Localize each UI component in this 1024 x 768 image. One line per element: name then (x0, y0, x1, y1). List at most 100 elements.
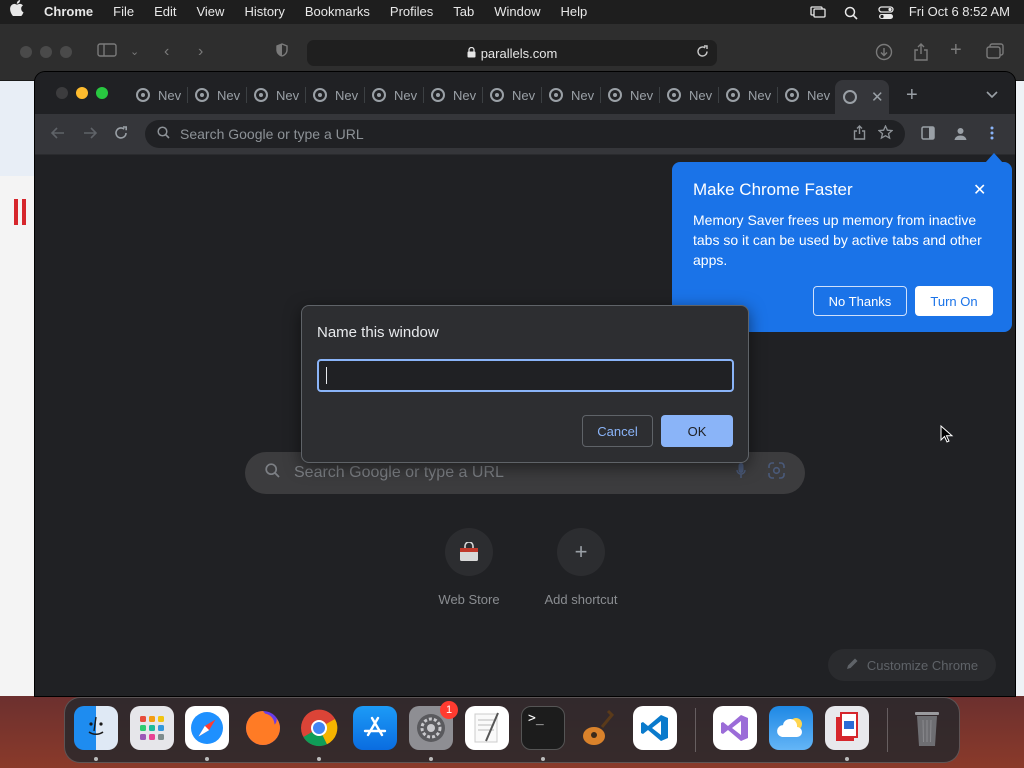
downloads-icon[interactable] (875, 43, 893, 66)
search-icon (265, 463, 280, 483)
chrome-tab[interactable]: Nev (189, 81, 247, 109)
share-icon[interactable] (853, 125, 866, 143)
menu-edit[interactable]: Edit (144, 0, 186, 24)
safari-zoom-button[interactable] (60, 46, 72, 58)
turn-on-button[interactable]: Turn On (915, 286, 993, 316)
launchpad-icon[interactable] (130, 706, 174, 750)
menubar-status-area: Fri Oct 6 8:52 AM (801, 0, 1024, 24)
spotlight-search-icon[interactable] (844, 6, 860, 20)
chevron-down-icon[interactable]: ⌄ (130, 45, 139, 58)
tab-title: Nev (158, 87, 182, 103)
tab-overview-icon[interactable] (986, 43, 1004, 64)
menubar-clock[interactable]: Fri Oct 6 8:52 AM (903, 0, 1014, 24)
menu-tab[interactable]: Tab (443, 0, 484, 24)
safari-address-bar[interactable]: parallels.com (307, 40, 717, 66)
back-arrow-icon[interactable] (50, 126, 65, 144)
reload-icon[interactable] (114, 126, 128, 144)
window-name-input[interactable] (317, 359, 734, 392)
share-icon[interactable] (913, 43, 929, 66)
bookmark-star-icon[interactable] (877, 124, 894, 143)
firefox-icon[interactable] (241, 706, 285, 750)
app-store-icon[interactable] (353, 706, 397, 750)
tab-title: Nev (512, 87, 536, 103)
back-arrow-icon[interactable]: ‹ (164, 43, 169, 61)
screen-mirroring-icon[interactable] (810, 6, 826, 18)
safari-icon[interactable] (185, 706, 229, 750)
menu-window[interactable]: Window (484, 0, 550, 24)
terminal-icon[interactable]: >_ (521, 706, 565, 750)
forward-arrow-icon[interactable]: › (198, 43, 203, 61)
profile-avatar-icon[interactable] (953, 126, 968, 145)
ok-button[interactable]: OK (661, 415, 733, 447)
chrome-tab-active[interactable]: ✕ (835, 80, 889, 114)
menu-help[interactable]: Help (551, 0, 598, 24)
chrome-icon[interactable] (297, 706, 341, 750)
new-tab-plus-icon[interactable]: + (906, 84, 918, 107)
garageband-icon[interactable] (577, 706, 621, 750)
apple-menu-icon[interactable] (0, 0, 34, 24)
chrome-tab[interactable]: Nev (484, 81, 542, 109)
menu-view[interactable]: View (186, 0, 234, 24)
shortcut-label: Web Store (438, 592, 500, 607)
chrome-favicon-icon (195, 88, 209, 102)
shortcut-add[interactable]: + Add shortcut (521, 528, 641, 607)
chrome-tab[interactable]: Nev (130, 81, 188, 109)
close-icon[interactable]: ✕ (973, 180, 986, 200)
chrome-tab[interactable]: Nev (307, 81, 365, 109)
chrome-tab[interactable]: Nev (779, 81, 837, 109)
textedit-icon[interactable] (465, 706, 509, 750)
chrome-tab[interactable]: Nev (425, 81, 483, 109)
menu-profiles[interactable]: Profiles (380, 0, 443, 24)
chrome-close-button[interactable] (56, 87, 68, 99)
forward-arrow-icon[interactable] (83, 126, 98, 144)
safari-minimize-button[interactable] (40, 46, 52, 58)
privacy-shield-icon[interactable] (276, 43, 288, 62)
safari-page-left-edge (0, 81, 36, 696)
chrome-tab[interactable]: Nev (366, 81, 424, 109)
chrome-favicon-icon (313, 88, 327, 102)
menu-bookmarks[interactable]: Bookmarks (295, 0, 380, 24)
visual-studio-icon[interactable] (713, 706, 757, 750)
side-panel-icon[interactable] (921, 126, 935, 144)
name-window-dialog: Name this window Cancel OK (301, 305, 749, 463)
reload-icon[interactable] (696, 45, 709, 61)
chrome-tab[interactable]: Nev (602, 81, 660, 109)
control-center-icon[interactable] (878, 6, 894, 19)
chrome-zoom-button[interactable] (96, 87, 108, 99)
parallels-icon[interactable] (825, 706, 869, 750)
no-thanks-button[interactable]: No Thanks (813, 286, 907, 316)
tab-title: Nev (217, 87, 241, 103)
new-tab-plus-icon[interactable]: + (950, 39, 962, 62)
sidebar-toggle-icon[interactable] (97, 43, 117, 62)
customize-chrome-button[interactable]: Customize Chrome (828, 649, 996, 681)
safari-close-button[interactable] (20, 46, 32, 58)
lens-camera-icon[interactable] (768, 462, 785, 484)
tab-title: Nev (748, 87, 772, 103)
tab-close-icon[interactable]: ✕ (871, 88, 884, 106)
menu-file[interactable]: File (103, 0, 144, 24)
menu-app-name[interactable]: Chrome (34, 0, 103, 24)
finder-icon[interactable] (74, 706, 118, 750)
tab-title: Nev (630, 87, 654, 103)
chrome-tab[interactable]: Nev (543, 81, 601, 109)
tab-title: Nev (276, 87, 300, 103)
chrome-tab[interactable]: Nev (720, 81, 778, 109)
kebab-menu-icon[interactable] (990, 126, 994, 144)
vscode-icon[interactable] (633, 706, 677, 750)
cancel-button[interactable]: Cancel (582, 415, 653, 447)
chrome-tab[interactable]: Nev (661, 81, 719, 109)
shortcut-web-store[interactable]: Web Store (409, 528, 529, 607)
trash-icon[interactable] (905, 706, 949, 750)
tab-search-chevron-icon[interactable] (986, 86, 998, 104)
menu-history[interactable]: History (234, 0, 294, 24)
chrome-favicon-icon (726, 88, 740, 102)
tab-title: Nev (571, 87, 595, 103)
voice-search-mic-icon[interactable] (736, 462, 746, 484)
chrome-minimize-button[interactable] (76, 87, 88, 99)
chrome-favicon-icon (136, 88, 150, 102)
chrome-tab[interactable]: Nev (248, 81, 306, 109)
weather-icon[interactable] (769, 706, 813, 750)
omnibox-placeholder: Search Google or type a URL (180, 126, 364, 142)
notification-badge: 1 (440, 701, 458, 719)
chrome-omnibox[interactable]: Search Google or type a URL (145, 120, 905, 148)
